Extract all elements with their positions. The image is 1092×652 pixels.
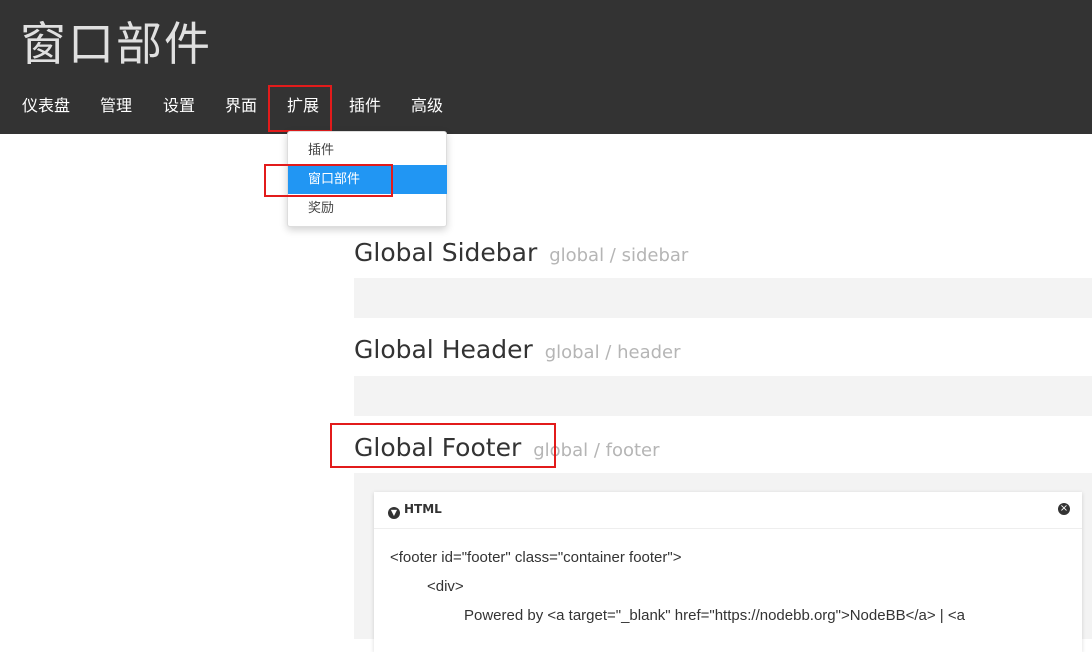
extend-dropdown-menu: 插件 窗口部件 奖励 (287, 131, 447, 227)
menu-item-rewards[interactable]: 奖励 (288, 194, 447, 223)
area-name: Global Footer (354, 433, 522, 462)
area-path: global / sidebar (549, 245, 689, 266)
code-line[interactable]: Powered by <a target="_blank" href="http… (464, 607, 965, 624)
area-title-sidebar: Global Sidebar global / sidebar (354, 238, 688, 267)
html-widget-panel: ▼ HTML × <footer id="footer" class="conta… (374, 492, 1082, 652)
top-header: 窗口部件 仪表盘 管理 设置 界面 扩展 插件 高级 (0, 0, 1092, 134)
area-title-header: Global Header global / header (354, 335, 681, 364)
widget-header[interactable]: ▼ HTML × (374, 492, 1082, 529)
menu-item-plugins[interactable]: 插件 (288, 136, 447, 165)
nav-extend[interactable]: 扩展 (287, 86, 319, 126)
widget-title[interactable]: ▼ HTML (388, 502, 442, 519)
menu-item-widgets[interactable]: 窗口部件 (288, 165, 447, 194)
nav-appearance[interactable]: 界面 (225, 86, 257, 126)
widget-label: HTML (404, 502, 442, 516)
area-path: global / header (544, 342, 681, 363)
area-name: Global Header (354, 335, 533, 364)
nav-dashboard[interactable]: 仪表盘 (22, 86, 70, 126)
sidebar-drop-area[interactable] (354, 278, 1092, 318)
nav-advanced[interactable]: 高级 (411, 86, 443, 126)
header-drop-area[interactable] (354, 376, 1092, 416)
area-name: Global Sidebar (354, 238, 538, 267)
page-title: 窗口部件 (20, 17, 212, 71)
chevron-down-icon[interactable]: ▼ (388, 507, 400, 519)
nav-manage[interactable]: 管理 (100, 86, 132, 126)
nav-settings[interactable]: 设置 (163, 86, 195, 126)
code-line[interactable]: <div> (427, 578, 464, 595)
area-path: global / footer (533, 440, 660, 461)
nav-plugins[interactable]: 插件 (349, 86, 381, 126)
close-icon[interactable]: × (1058, 503, 1070, 515)
code-line[interactable]: <footer id="footer" class="container foo… (390, 549, 681, 566)
area-title-footer: Global Footer global / footer (354, 433, 660, 462)
